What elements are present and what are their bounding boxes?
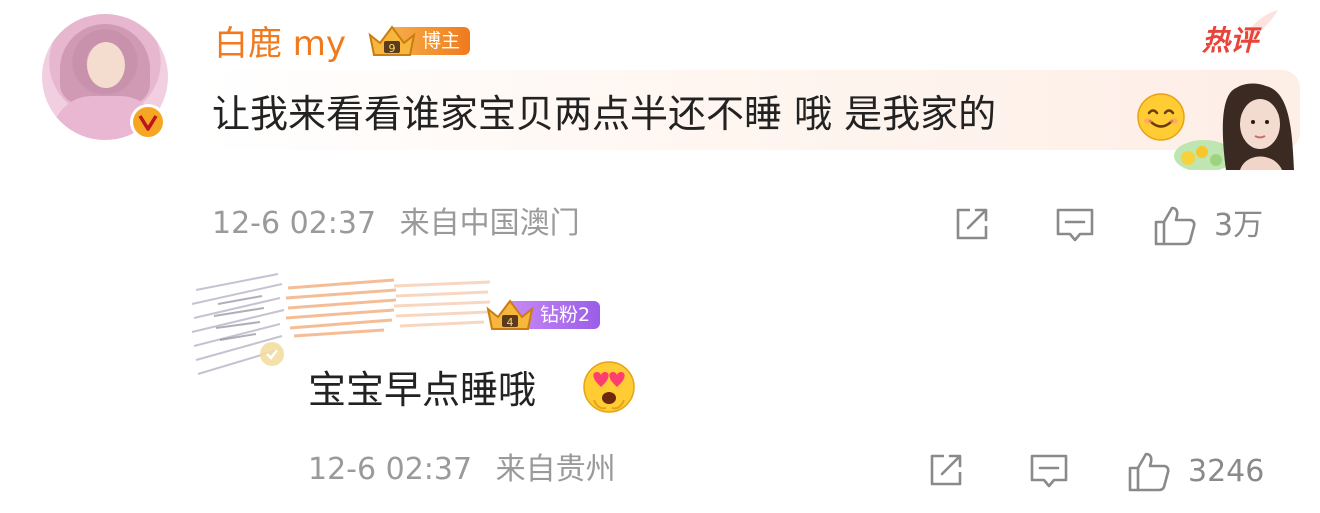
comment-reply-button[interactable] — [1054, 204, 1096, 246]
heart-eyes-emoji-icon — [583, 361, 635, 413]
decoration-portrait-image — [1174, 83, 1294, 170]
like-icon — [1128, 452, 1170, 492]
fan-level-badge[interactable]: 9 博主 — [366, 25, 471, 56]
comment-date: 12-6 02:37 — [212, 206, 377, 241]
like-count: 3246 — [1188, 454, 1265, 489]
crown-icon: 9 — [368, 25, 416, 56]
like-button[interactable]: 3万 — [1152, 204, 1263, 248]
comment-location: 来自中国澳门 — [399, 206, 580, 241]
share-icon — [956, 208, 988, 240]
verified-icon — [260, 342, 284, 366]
like-icon — [1154, 206, 1196, 246]
crown-icon: 4 — [486, 299, 534, 330]
comment-meta: 12-6 02:37 来自中国澳门 — [212, 204, 580, 244]
reply-date: 12-6 02:37 — [308, 452, 473, 487]
like-button[interactable]: 3246 — [1126, 450, 1264, 494]
hot-comment-label: 热评 — [1202, 24, 1259, 57]
share-icon — [930, 454, 962, 486]
fan-level-badge[interactable]: 4 钻粉2 — [484, 299, 601, 330]
reply-location: 来自贵州 — [495, 452, 616, 487]
reply-text: 宝宝早点睡哦 — [308, 368, 537, 412]
reply-meta: 12-6 02:37 来自贵州 — [308, 450, 616, 490]
like-count: 3万 — [1214, 208, 1264, 243]
comment-icon — [1056, 208, 1094, 242]
reply-author-name-redacted[interactable] — [284, 272, 494, 342]
comment-reply-button[interactable] — [1028, 450, 1070, 492]
share-button[interactable] — [952, 204, 992, 244]
share-button[interactable] — [926, 450, 966, 490]
svg-text:4: 4 — [507, 316, 514, 329]
author-name[interactable]: 白鹿 my — [214, 22, 346, 66]
comment-text: 让我来看看谁家宝贝两点半还不睡 哦 是我家的 — [212, 92, 997, 136]
verified-icon — [130, 104, 166, 140]
comment-icon — [1030, 454, 1068, 488]
svg-text:9: 9 — [389, 42, 396, 55]
